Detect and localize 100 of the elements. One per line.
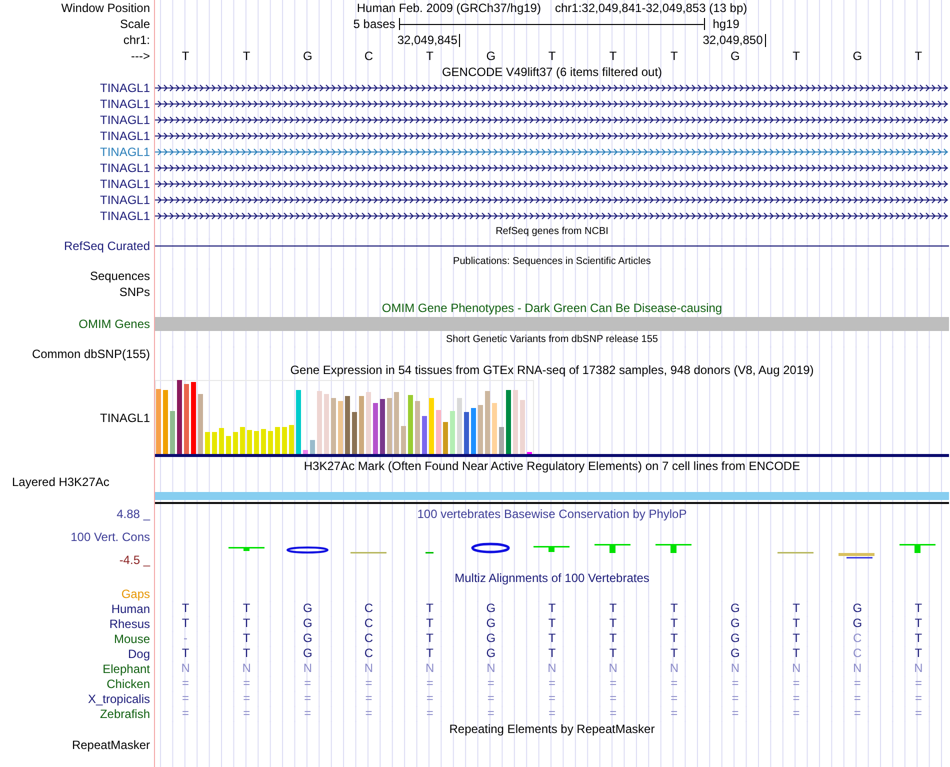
expression-bar[interactable] xyxy=(345,396,350,454)
expression-bar[interactable] xyxy=(352,412,357,454)
expression-bar[interactable] xyxy=(163,390,168,454)
expression-bar[interactable] xyxy=(457,398,462,454)
track-label[interactable]: Elephant xyxy=(102,661,150,677)
track-label[interactable]: Common dbSNP(155) xyxy=(32,346,150,362)
expression-bar[interactable] xyxy=(506,390,511,454)
expression-bar[interactable] xyxy=(191,382,196,454)
expression-bar[interactable] xyxy=(184,384,189,454)
alignment-base: = xyxy=(670,676,679,691)
expression-bar[interactable] xyxy=(485,391,490,454)
track-label[interactable]: X_tropicalis xyxy=(88,691,150,707)
expression-bar[interactable] xyxy=(415,401,420,454)
alignment-base: T xyxy=(608,616,618,631)
expression-bar[interactable] xyxy=(373,403,378,454)
expression-bar[interactable] xyxy=(310,440,315,454)
alignment-base: T xyxy=(425,616,434,631)
expression-bar[interactable] xyxy=(492,403,497,454)
track-label[interactable]: TINAGL1 xyxy=(100,410,150,426)
alignment-base: = xyxy=(303,691,312,706)
expression-bar[interactable] xyxy=(226,436,231,454)
expression-bar[interactable] xyxy=(177,380,182,454)
track-label[interactable]: OMIM Genes xyxy=(78,316,150,332)
conservation-logo-mark xyxy=(838,553,874,558)
track-label[interactable]: Zebrafish xyxy=(100,706,150,722)
expression-bar[interactable] xyxy=(422,416,427,454)
expression-bar[interactable] xyxy=(261,429,266,454)
assembly-label: hg19 xyxy=(712,16,740,32)
expression-bar[interactable] xyxy=(387,398,392,454)
track-label[interactable]: Sequences xyxy=(90,268,150,284)
expression-bar[interactable] xyxy=(464,412,469,454)
expression-bar[interactable] xyxy=(366,392,371,454)
alignment-base: N xyxy=(363,661,374,676)
track-label[interactable]: TINAGL1 xyxy=(100,112,150,128)
conservation-bar xyxy=(534,546,570,552)
alignment-base: T xyxy=(669,616,679,631)
expression-bar[interactable] xyxy=(275,427,280,454)
feature-bar[interactable] xyxy=(155,317,949,331)
alignment-base: = xyxy=(608,691,618,706)
expression-bar[interactable] xyxy=(429,398,434,454)
track-label[interactable]: TINAGL1 xyxy=(100,160,150,176)
expression-bar[interactable] xyxy=(289,425,294,454)
expression-bar[interactable] xyxy=(324,394,329,454)
alignment-base: G xyxy=(302,616,314,631)
alignment-base: T xyxy=(180,646,190,661)
track-label[interactable]: TINAGL1 xyxy=(100,128,150,144)
expression-bar[interactable] xyxy=(478,405,483,454)
track-label[interactable]: TINAGL1 xyxy=(100,144,150,160)
expression-bar[interactable] xyxy=(499,427,504,454)
expression-bar[interactable] xyxy=(401,426,406,454)
expression-bar[interactable] xyxy=(247,430,252,454)
track-label[interactable]: 100 Vert. Cons xyxy=(70,529,150,545)
expression-bar[interactable] xyxy=(359,396,364,454)
alignment-base: = xyxy=(730,691,740,706)
expression-bar[interactable] xyxy=(205,432,210,454)
expression-bar[interactable] xyxy=(331,398,336,454)
track-label[interactable]: SNPs xyxy=(119,284,150,300)
expression-bar[interactable] xyxy=(219,428,224,454)
expression-bar[interactable] xyxy=(240,427,245,454)
expression-bar[interactable] xyxy=(317,391,322,454)
track-label[interactable]: Layered H3K27Ac xyxy=(12,474,110,490)
track-label[interactable]: RepeatMasker xyxy=(72,737,150,753)
track-label[interactable]: Dog xyxy=(128,646,150,662)
expression-bar[interactable] xyxy=(436,410,441,454)
expression-bar[interactable] xyxy=(268,431,273,454)
track-label[interactable]: TINAGL1 xyxy=(100,192,150,208)
track-label[interactable]: TINAGL1 xyxy=(100,96,150,112)
track-label[interactable]: Human xyxy=(111,601,150,617)
expression-bar[interactable] xyxy=(520,400,525,454)
track-label[interactable]: ---> xyxy=(131,48,150,64)
expression-bar[interactable] xyxy=(282,427,287,454)
alignment-base: G xyxy=(302,631,314,646)
expression-bar[interactable] xyxy=(450,411,455,454)
expression-bar[interactable] xyxy=(408,395,413,454)
expression-bar[interactable] xyxy=(170,411,175,454)
expression-bar[interactable] xyxy=(380,399,385,454)
expression-bar[interactable] xyxy=(212,432,217,454)
track-label[interactable]: RefSeq Curated xyxy=(64,238,150,254)
expression-bar[interactable] xyxy=(254,431,259,454)
expression-bar[interactable] xyxy=(156,389,161,454)
expression-bar[interactable] xyxy=(513,390,518,454)
expression-bar[interactable] xyxy=(233,432,238,454)
expression-bar[interactable] xyxy=(198,394,203,454)
track-label[interactable]: TINAGL1 xyxy=(100,208,150,224)
track-label[interactable]: TINAGL1 xyxy=(100,80,150,96)
expression-bar[interactable] xyxy=(303,450,308,454)
alignment-base: = xyxy=(852,676,862,691)
track-label[interactable]: Chicken xyxy=(106,676,150,692)
alignment-base: = xyxy=(608,676,618,691)
alignment-base: T xyxy=(425,601,434,616)
expression-bar[interactable] xyxy=(471,408,476,454)
expression-bar[interactable] xyxy=(338,401,343,454)
track-label[interactable]: Mouse xyxy=(114,631,150,647)
alignment-base: = xyxy=(181,676,190,691)
expression-bar[interactable] xyxy=(394,392,399,454)
expression-bar[interactable] xyxy=(296,390,301,454)
track-label[interactable]: TINAGL1 xyxy=(100,176,150,192)
expression-bar[interactable] xyxy=(443,422,448,454)
track-label[interactable]: Rhesus xyxy=(109,616,150,632)
alignment-base: = xyxy=(425,691,434,706)
